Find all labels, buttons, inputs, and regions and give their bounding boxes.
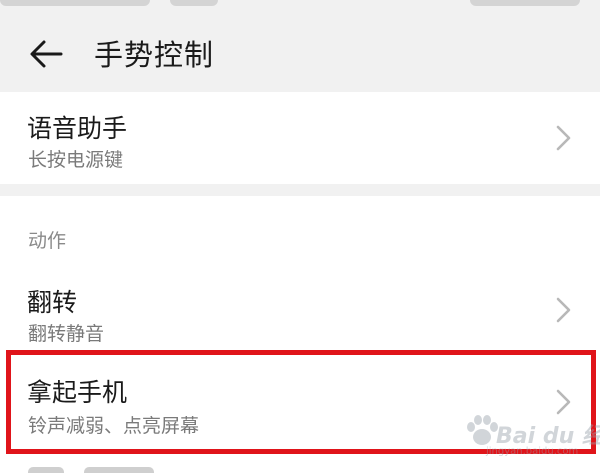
chevron-right-icon — [556, 297, 571, 323]
watermark-url: jingyan.baidu.com — [486, 446, 579, 457]
voice-assistant-row[interactable]: 语音助手 长按电源键 — [0, 92, 600, 184]
page-header: 手势控制 — [0, 14, 600, 90]
voice-assistant-subtitle: 长按电源键 — [28, 149, 124, 171]
status-bar — [0, 0, 600, 10]
section-label-actions: 动作 — [28, 230, 67, 252]
flip-title: 翻转 — [27, 288, 78, 317]
chevron-right-icon — [556, 125, 571, 151]
page-title: 手势控制 — [94, 38, 215, 72]
arrow-left-icon — [30, 40, 63, 68]
flip-row[interactable]: 翻转 翻转静音 — [0, 268, 600, 358]
back-button[interactable] — [26, 34, 66, 74]
voice-assistant-title: 语音助手 — [27, 114, 128, 143]
flip-subtitle: 翻转静音 — [28, 323, 105, 345]
baidu-jingyan-watermark: Bai du 经验 jingyan.baidu.com — [462, 404, 600, 464]
voice-assistant-card: 语音助手 长按电源键 — [0, 92, 600, 184]
